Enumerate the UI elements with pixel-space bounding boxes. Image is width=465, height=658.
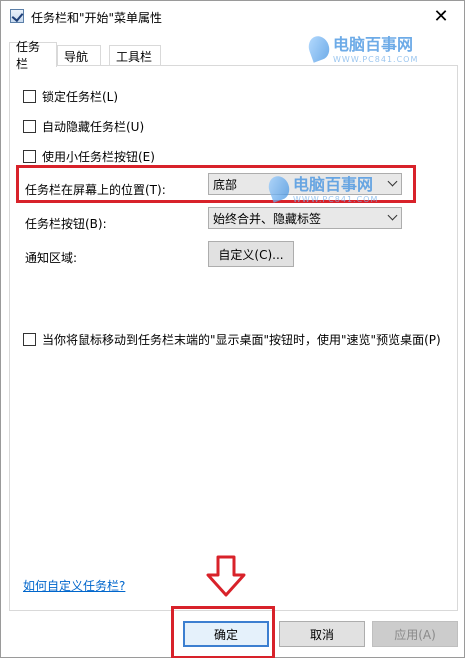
title-bar: 任务栏和"开始"菜单属性 ✕: [1, 1, 464, 32]
lock-taskbar-option[interactable]: 锁定任务栏(L): [23, 88, 118, 105]
small-buttons-option[interactable]: 使用小任务栏按钮(E): [23, 148, 155, 165]
close-button[interactable]: ✕: [418, 1, 464, 32]
customize-notification-button[interactable]: 自定义(C)...: [208, 241, 294, 267]
window-title: 任务栏和"开始"菜单属性: [31, 11, 163, 25]
taskbar-properties-dialog: 任务栏和"开始"菜单属性 ✕ 电脑百事网 WWW.PC841.COM 任务栏 导…: [0, 0, 465, 658]
customize-taskbar-help-link[interactable]: 如何自定义任务栏?: [23, 577, 125, 594]
auto-hide-checkbox[interactable]: [23, 120, 36, 133]
peek-checkbox[interactable]: [23, 333, 36, 346]
chevron-down-icon: [387, 178, 397, 188]
auto-hide-option[interactable]: 自动隐藏任务栏(U): [23, 118, 144, 135]
small-buttons-label: 使用小任务栏按钮(E): [42, 150, 155, 164]
taskbar-position-value: 底部: [213, 177, 238, 192]
chevron-down-icon: [387, 212, 397, 222]
watermark-site: WWW.PC841.COM: [333, 55, 419, 64]
small-buttons-checkbox[interactable]: [23, 150, 36, 163]
app-icon: [10, 9, 24, 23]
peek-option[interactable]: 当你将鼠标移动到任务栏末端的"显示桌面"按钮时，使用"速览"预览桌面(P): [23, 331, 441, 348]
arrow-down-icon: [206, 555, 246, 597]
watermark-top: 电脑百事网 WWW.PC841.COM: [305, 31, 419, 64]
watermark-middle: 电脑百事网 WWW.PC841.COM: [265, 171, 379, 204]
taskbar-position-label: 任务栏在屏幕上的位置(T):: [25, 183, 166, 197]
watermark-brand: 电脑百事网: [333, 35, 414, 54]
taskbar-buttons-select[interactable]: 始终合并、隐藏标签: [208, 207, 402, 229]
taskbar-buttons-value: 始终合并、隐藏标签: [213, 211, 322, 226]
watermark-brand: 电脑百事网: [293, 175, 374, 194]
watermark-logo-icon: [305, 32, 333, 63]
tab-navigation[interactable]: 导航: [57, 45, 101, 66]
ok-button[interactable]: 确定: [183, 621, 269, 647]
watermark-site: WWW.PC841.COM: [293, 195, 379, 204]
watermark-logo-icon: [265, 172, 293, 203]
cancel-button[interactable]: 取消: [279, 621, 365, 647]
tab-toolbars[interactable]: 工具栏: [109, 45, 161, 66]
lock-taskbar-checkbox[interactable]: [23, 90, 36, 103]
lock-taskbar-label: 锁定任务栏(L): [42, 90, 119, 104]
peek-label: 当你将鼠标移动到任务栏末端的"显示桌面"按钮时，使用"速览"预览桌面(P): [42, 333, 441, 347]
tab-taskbar[interactable]: 任务栏: [9, 40, 57, 71]
apply-button[interactable]: 应用(A): [372, 621, 458, 647]
taskbar-buttons-label: 任务栏按钮(B):: [25, 217, 107, 231]
notification-area-label: 通知区域:: [25, 251, 78, 265]
close-icon: ✕: [433, 6, 449, 27]
auto-hide-label: 自动隐藏任务栏(U): [42, 120, 145, 134]
